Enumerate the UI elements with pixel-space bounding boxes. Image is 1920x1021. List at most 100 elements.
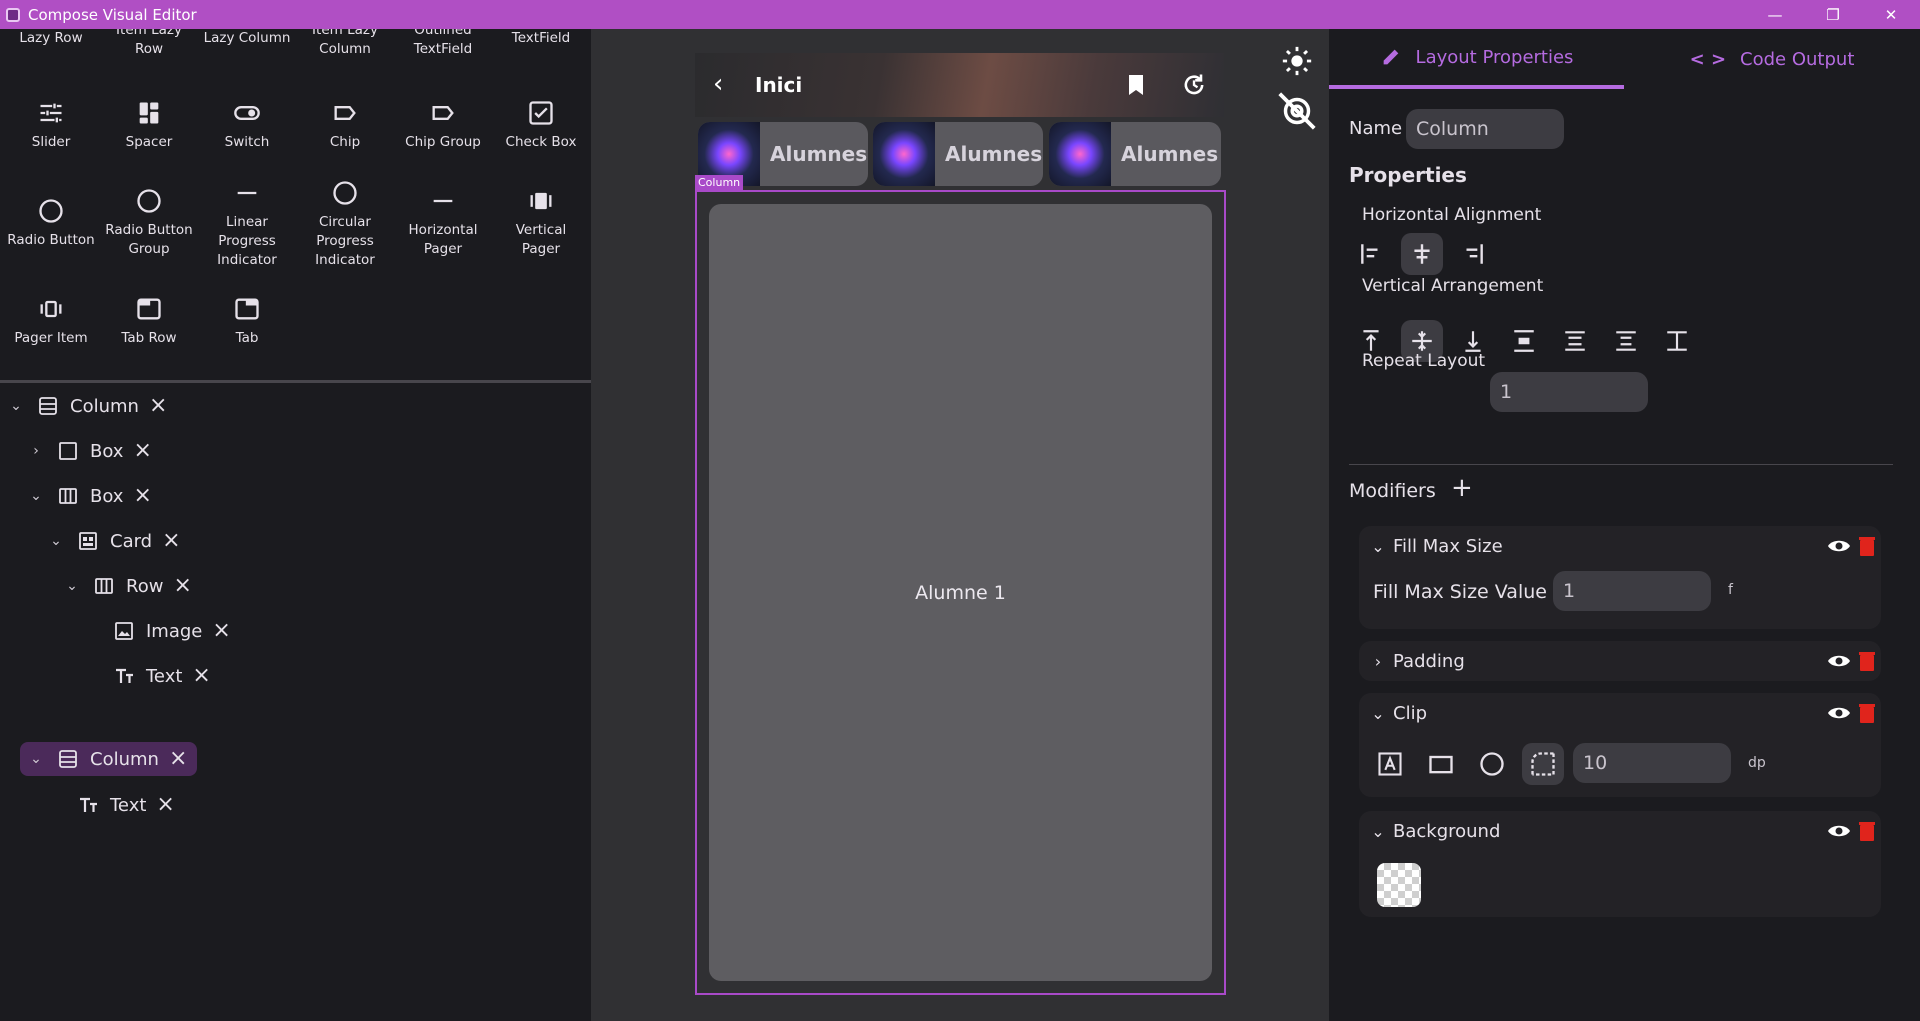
palette-radio-button-group[interactable]: Radio Button Group (100, 187, 198, 259)
preview-chip-card[interactable]: Alumnes (1049, 122, 1221, 186)
remove-node-icon[interactable]: × (169, 748, 187, 770)
tree-node-card[interactable]: ⌄ Card × (46, 524, 180, 558)
trash-icon[interactable] (1859, 536, 1875, 556)
clip-rectangle-button[interactable] (1420, 743, 1462, 785)
eye-icon[interactable] (1827, 536, 1851, 556)
chevron-right-icon[interactable]: › (1363, 652, 1393, 671)
palette-circular-progress[interactable]: Circular Progress Indicator (296, 179, 394, 270)
tree-node-image[interactable]: Image × (102, 614, 231, 648)
maximize-button[interactable]: ❐ (1804, 0, 1862, 29)
name-input[interactable]: Column (1406, 109, 1564, 149)
trash-icon[interactable] (1859, 651, 1875, 671)
palette-item-lazy-column[interactable]: Item Lazy Column (296, 29, 394, 59)
close-window-button[interactable]: ✕ (1862, 0, 1920, 29)
remove-node-icon[interactable]: × (162, 530, 180, 552)
tree-node-box[interactable]: ⌄ Box × (26, 479, 152, 513)
clip-circle-button[interactable] (1471, 743, 1513, 785)
theme-sun-icon[interactable] (1280, 44, 1314, 78)
chevron-down-icon[interactable]: ⌄ (1363, 822, 1393, 841)
remove-node-icon[interactable]: × (149, 395, 167, 417)
palette-label: Vertical Pager (515, 222, 567, 257)
align-start-button[interactable] (1350, 233, 1392, 275)
tree-node-box[interactable]: › Box × (26, 434, 152, 468)
fill-max-size-value-input[interactable]: 1 (1553, 571, 1711, 611)
modifier-header[interactable]: › Padding (1359, 641, 1881, 681)
arrange-space-around-button[interactable] (1554, 320, 1596, 362)
eye-icon[interactable] (1827, 651, 1851, 671)
clip-radius-input[interactable]: 10 (1573, 743, 1731, 783)
modifier-header[interactable]: ⌄ Fill Max Size (1359, 526, 1881, 566)
chevron-down-icon[interactable]: ⌄ (1363, 537, 1393, 556)
chevron-down-icon[interactable]: ⌄ (26, 751, 46, 767)
chevron-down-icon[interactable]: ⌄ (26, 488, 46, 504)
tree-node-column-selected[interactable]: ⌄ Column × (20, 742, 198, 776)
trash-icon[interactable] (1859, 821, 1875, 841)
palette-lazy-row[interactable]: Lazy Row (2, 29, 100, 48)
palette-tab-row[interactable]: Tab Row (100, 295, 198, 348)
remove-node-icon[interactable]: × (192, 665, 210, 687)
tree-node-column[interactable]: ⌄ Column × (6, 389, 167, 423)
clip-none-button[interactable] (1369, 743, 1411, 785)
trash-icon[interactable] (1859, 703, 1875, 723)
chevron-down-icon[interactable]: ⌄ (62, 578, 82, 594)
palette-switch[interactable]: Switch (198, 99, 296, 152)
modifier-header[interactable]: ⌄ Clip (1359, 693, 1881, 733)
palette-spacer[interactable]: Spacer (100, 99, 198, 152)
preview-top-app-bar[interactable]: ‹ Inici (695, 53, 1224, 117)
tab-layout-properties[interactable]: Layout Properties (1329, 29, 1624, 89)
palette-vertical-pager[interactable]: Vertical Pager (492, 187, 590, 259)
chip-icon (334, 106, 356, 120)
arrange-spaced-by-button[interactable] (1656, 320, 1698, 362)
palette-item-lazy-row[interactable]: Item Lazy Row (100, 29, 198, 59)
palette-radio-button[interactable]: Radio Button (2, 197, 100, 250)
arrange-space-between-button[interactable] (1503, 320, 1545, 362)
refresh-icon[interactable] (1180, 71, 1208, 99)
align-end-button[interactable] (1452, 233, 1494, 275)
remove-node-icon[interactable]: × (212, 620, 230, 642)
preview-chip-card[interactable]: Alumnes (873, 122, 1043, 186)
tab-label: Layout Properties (1415, 46, 1574, 68)
palette-outlined-textfield[interactable]: Outlined TextField (394, 29, 492, 59)
tree-node-text[interactable]: Text × (66, 788, 175, 822)
clip-rounded-button[interactable] (1522, 743, 1564, 785)
tree-node-label: Box (90, 485, 124, 507)
palette-tab[interactable]: Tab (198, 295, 296, 348)
palette-textfield[interactable]: TextField (492, 29, 590, 48)
modifier-header[interactable]: ⌄ Background (1359, 811, 1881, 851)
chevron-down-icon[interactable]: ⌄ (6, 398, 26, 414)
minimize-button[interactable]: — (1746, 0, 1804, 29)
remove-node-icon[interactable]: × (133, 485, 151, 507)
tree-node-label: Row (126, 575, 164, 597)
align-center-button[interactable] (1401, 233, 1443, 275)
palette-chip-group[interactable]: Chip Group (394, 99, 492, 152)
palette-slider[interactable]: Slider (2, 99, 100, 152)
chevron-right-icon[interactable]: › (26, 443, 46, 459)
eye-icon[interactable] (1827, 821, 1851, 841)
palette-chip[interactable]: Chip (296, 99, 394, 152)
modifier-title: Fill Max Size (1393, 535, 1503, 557)
chevron-down-icon[interactable]: ⌄ (46, 533, 66, 549)
tree-node-text[interactable]: Text × (102, 659, 211, 693)
modifier-fill-max-size: ⌄ Fill Max Size Fill Max Size Value 1 f (1359, 526, 1881, 629)
add-modifier-icon[interactable]: + (1451, 475, 1473, 501)
arrange-space-evenly-button[interactable] (1605, 320, 1647, 362)
bookmark-icon[interactable] (1125, 73, 1147, 97)
tab-code-output[interactable]: < > Code Output (1624, 29, 1920, 89)
remove-node-icon[interactable]: × (133, 440, 151, 462)
background-color-swatch[interactable] (1377, 863, 1421, 907)
preview-content-card[interactable]: Alumne 1 (709, 204, 1212, 981)
eye-icon[interactable] (1827, 703, 1851, 723)
switch-icon (234, 106, 260, 120)
palette-lazy-column[interactable]: Lazy Column (198, 29, 296, 48)
palette-linear-progress[interactable]: Linear Progress Indicator (198, 179, 296, 270)
palette-pager-item[interactable]: Pager Item (2, 295, 100, 348)
tree-node-row[interactable]: ⌄ Row × (62, 569, 192, 603)
palette-horizontal-pager[interactable]: Horizontal Pager (394, 187, 492, 259)
no-touch-icon[interactable] (1274, 88, 1320, 134)
palette-check-box[interactable]: Check Box (492, 99, 590, 152)
chevron-down-icon[interactable]: ⌄ (1363, 704, 1393, 723)
back-arrow-icon[interactable]: ‹ (713, 71, 723, 97)
repeat-layout-input[interactable]: 1 (1490, 372, 1648, 412)
remove-node-icon[interactable]: × (156, 794, 174, 816)
remove-node-icon[interactable]: × (173, 575, 191, 597)
